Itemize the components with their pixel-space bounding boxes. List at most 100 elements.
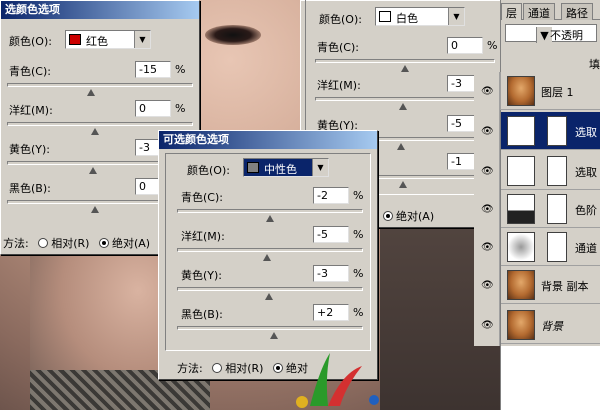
layer-row[interactable]: 通道 <box>501 228 600 266</box>
percent-unit: % <box>353 306 364 319</box>
value-input[interactable]: -2 <box>313 187 349 204</box>
slider-track[interactable] <box>177 326 363 330</box>
radio-absolute[interactable] <box>383 211 393 221</box>
slider-label: 黄色(Y): <box>9 143 51 156</box>
value-input[interactable]: -3 <box>313 265 349 282</box>
levels-thumbnail <box>507 194 535 224</box>
slider-track[interactable] <box>177 248 363 252</box>
slider-thumb[interactable] <box>399 103 407 110</box>
percent-unit: % <box>487 39 498 52</box>
chevron-down-icon[interactable]: ▼ <box>312 159 328 176</box>
adjustment-thumbnail <box>507 116 535 146</box>
eye-icon[interactable]: 👁 <box>481 204 494 215</box>
layer-name: 色阶 <box>575 204 597 217</box>
value-input[interactable]: 0 <box>447 37 483 54</box>
layer-name: 背景 <box>541 320 563 333</box>
layer-name: 背景 副本 <box>541 280 589 293</box>
radio-absolute-label: 绝对(A) <box>396 210 435 223</box>
slider-label: 洋红(M): <box>181 230 225 243</box>
chevron-down-icon[interactable]: ▼ <box>448 8 464 25</box>
layer-row[interactable]: 图层 1 <box>481 72 600 110</box>
slider-thumb[interactable] <box>91 206 99 213</box>
slider-thumb[interactable] <box>399 181 407 188</box>
slider-track[interactable] <box>177 287 363 291</box>
slider-label: 洋红(M): <box>9 104 53 117</box>
layer-name: 选取 <box>575 166 597 179</box>
radio-absolute[interactable] <box>98 238 109 248</box>
opacity-label: 不透明 <box>550 29 583 42</box>
tab-paths[interactable]: 路径 <box>561 3 593 20</box>
watermark-logo <box>296 353 379 408</box>
color-select-value: 白色 <box>396 12 418 25</box>
slider-track[interactable] <box>7 122 193 126</box>
color-select[interactable]: 中性色 ▼ <box>243 158 329 177</box>
slider-thumb[interactable] <box>87 89 95 96</box>
slider-label: 黄色(Y): <box>181 269 223 282</box>
eye-icon[interactable]: 👁 <box>481 126 494 137</box>
radio-relative[interactable] <box>212 363 223 373</box>
dialog-title[interactable]: 可选颜色选项 <box>159 131 377 149</box>
dialog-title[interactable]: 选颜色选项 <box>1 1 199 19</box>
method-options: 方法: 相对(R) 绝对(A) <box>3 235 150 251</box>
color-label: 颜色(O): <box>9 35 52 48</box>
chevron-down-icon[interactable]: ▼ <box>134 31 150 48</box>
layer-name: 图层 1 <box>541 86 574 99</box>
radio-relative[interactable] <box>38 238 49 248</box>
slider-track[interactable] <box>7 83 193 87</box>
slider-track[interactable] <box>315 97 495 101</box>
slider-label: 洋红(M): <box>317 79 361 92</box>
color-swatch <box>69 34 81 45</box>
color-select-value: 红色 <box>86 35 108 48</box>
eye-icon[interactable]: 👁 <box>481 86 494 97</box>
eye-icon[interactable]: 👁 <box>481 242 494 253</box>
layer-mask-thumbnail <box>547 156 567 186</box>
slider-thumb[interactable] <box>91 128 99 135</box>
slider-thumb[interactable] <box>89 167 97 174</box>
value-input[interactable]: 0 <box>135 100 171 117</box>
color-select[interactable]: 红色 ▼ <box>65 30 151 49</box>
slider-track[interactable] <box>315 59 495 63</box>
layer-mask-thumbnail <box>547 116 567 146</box>
slider-thumb[interactable] <box>270 332 278 339</box>
layers-panel: 层 通道 路径 ▼ 不透明 填 图层 1 选取 选取 色阶 通道 背景 副本 背… <box>481 0 600 410</box>
slider-label: 青色(C): <box>317 41 359 54</box>
radio-relative-label: 相对(R) <box>51 237 90 250</box>
radio-absolute-label: 绝对(A) <box>111 237 151 250</box>
percent-unit: % <box>175 102 186 115</box>
color-swatch <box>379 11 391 22</box>
layer-row[interactable]: 色阶 <box>501 190 600 228</box>
slider-thumb[interactable] <box>263 254 271 261</box>
value-input[interactable]: -15 <box>135 61 171 78</box>
color-swatch <box>247 162 259 173</box>
slider-thumb[interactable] <box>266 215 274 222</box>
eye-icon[interactable]: 👁 <box>481 320 494 331</box>
slider-track[interactable] <box>177 209 363 213</box>
slider-thumb[interactable] <box>397 143 405 150</box>
layer-row[interactable]: 选取 <box>501 112 600 150</box>
layer-row[interactable]: 背景 <box>501 306 600 344</box>
layer-name: 通道 <box>575 242 597 255</box>
slider-thumb[interactable] <box>401 65 409 72</box>
slider-row-cyan: 青色(C): 0 % <box>301 37 509 75</box>
slider-thumb[interactable] <box>265 293 273 300</box>
method-options: 绝对(A) <box>377 208 434 224</box>
layer-row[interactable]: 背景 副本 <box>501 266 600 304</box>
eye-icon[interactable]: 👁 <box>481 166 494 177</box>
value-input[interactable]: +2 <box>313 304 349 321</box>
tab-channels[interactable]: 通道 <box>523 3 555 20</box>
blend-mode-select[interactable]: ▼ 不透明 <box>505 24 597 43</box>
panel-empty-area <box>501 346 600 410</box>
value-input[interactable]: -5 <box>313 226 349 243</box>
slider-row-cyan: 青色(C): -15 % <box>1 61 199 99</box>
slider-label: 青色(C): <box>181 191 223 204</box>
layer-row[interactable]: 选取 <box>501 152 600 190</box>
layer-thumbnail <box>507 270 535 300</box>
photo-eye <box>205 25 261 45</box>
method-label: 方法: <box>3 237 29 250</box>
eye-icon[interactable]: 👁 <box>481 280 494 291</box>
tab-layers[interactable]: 层 <box>501 3 522 20</box>
channel-thumbnail <box>507 232 535 262</box>
percent-unit: % <box>353 267 364 280</box>
color-select[interactable]: 白色 ▼ <box>375 7 465 26</box>
percent-unit: % <box>353 228 364 241</box>
